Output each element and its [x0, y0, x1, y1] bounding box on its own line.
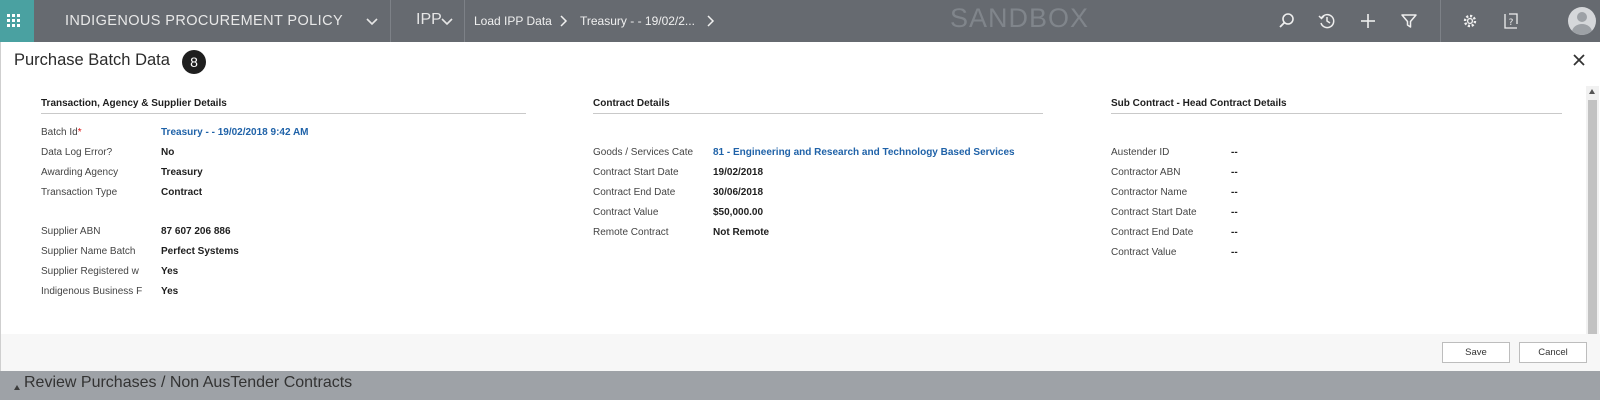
apps-grid-button[interactable]	[0, 0, 34, 42]
chevron-down-icon[interactable]	[362, 11, 382, 31]
field-value[interactable]: Contract	[161, 187, 202, 198]
field-value[interactable]: --	[1231, 247, 1238, 258]
section-title: Contract Details	[593, 98, 670, 109]
divider	[1111, 113, 1562, 114]
section-label: Review Purchases / Non AusTender Contrac…	[24, 374, 353, 391]
batch-id-link[interactable]: Treasury - - 19/02/2018 9:42 AM	[161, 127, 309, 138]
field-label: Remote Contract	[593, 227, 669, 238]
field-value[interactable]: Treasury	[161, 167, 203, 178]
field-label: Contractor ABN	[1111, 167, 1181, 178]
breadcrumb-current-record[interactable]: Treasury - - 19/02/2...	[580, 0, 695, 42]
field-value[interactable]: --	[1231, 167, 1238, 178]
background-section-header[interactable]: Review Purchases / Non AusTender Contrac…	[0, 371, 1600, 400]
section-title: Sub Contract - Head Contract Details	[1111, 98, 1287, 109]
field-value[interactable]: Perfect Systems	[161, 246, 239, 257]
field-label: Awarding Agency	[41, 167, 119, 178]
field-label: Austender ID	[1111, 147, 1170, 158]
divider	[464, 0, 465, 42]
breadcrumb-load-ipp-data[interactable]: Load IPP Data	[474, 0, 552, 42]
required-marker: *	[77, 127, 82, 138]
purchase-batch-dialog: Purchase Batch Data 8 Transaction, Agenc…	[0, 42, 1600, 378]
field-value[interactable]: 87 607 206 886	[161, 226, 231, 237]
gear-icon[interactable]	[1460, 11, 1480, 31]
field-value[interactable]: --	[1231, 187, 1238, 198]
field-label: Goods / Services Cate	[593, 147, 694, 158]
apps-grid-icon	[7, 14, 21, 28]
app-title[interactable]: INDIGENOUS PROCUREMENT POLICY	[65, 0, 343, 42]
goods-services-category-link[interactable]: 81 - Engineering and Research and Techno…	[713, 147, 1015, 158]
divider	[41, 113, 526, 114]
field-label: Contract End Date	[1111, 227, 1194, 238]
record-count-badge: 8	[182, 50, 206, 74]
field-label: Contract Value	[1111, 247, 1177, 258]
chevron-down-icon[interactable]	[437, 11, 457, 31]
divider	[390, 0, 391, 42]
field-value[interactable]: --	[1231, 207, 1238, 218]
dialog-footer: Save Cancel	[1, 334, 1600, 371]
collapse-triangle-icon[interactable]	[14, 385, 20, 390]
search-icon[interactable]	[1277, 11, 1297, 31]
chevron-right-icon	[560, 15, 568, 27]
field-value[interactable]: Yes	[161, 286, 178, 297]
top-navigation-bar: INDIGENOUS PROCUREMENT POLICY IPP Load I…	[0, 0, 1600, 42]
field-value[interactable]: Yes	[161, 266, 178, 277]
history-icon[interactable]	[1317, 11, 1337, 31]
filter-icon[interactable]	[1399, 11, 1419, 31]
plus-icon[interactable]	[1358, 11, 1378, 31]
field-label: Transaction Type	[41, 187, 118, 198]
field-value[interactable]: No	[161, 147, 174, 158]
svg-text:?: ?	[1509, 18, 1514, 28]
help-icon[interactable]: ?	[1501, 11, 1521, 31]
scroll-up-icon[interactable]	[1589, 89, 1595, 94]
field-value[interactable]: $50,000.00	[713, 207, 763, 218]
field-label: Contract Start Date	[593, 167, 679, 178]
field-label: Indigenous Business F	[41, 286, 143, 297]
field-label: Contract Start Date	[1111, 207, 1197, 218]
field-label: Data Log Error?	[41, 147, 113, 158]
field-label: Contractor Name	[1111, 187, 1188, 198]
field-label: Supplier ABN	[41, 226, 101, 237]
divider	[1440, 0, 1441, 42]
section-title: Transaction, Agency & Supplier Details	[41, 98, 227, 109]
field-label: Contract End Date	[593, 187, 676, 198]
dialog-form: Transaction, Agency & Supplier Details B…	[1, 86, 1587, 376]
chevron-right-icon[interactable]	[705, 15, 715, 27]
divider	[593, 113, 1043, 114]
scrollbar-thumb[interactable]	[1588, 100, 1597, 363]
field-label: Batch Id	[41, 127, 78, 138]
user-avatar[interactable]	[1568, 7, 1596, 35]
field-value[interactable]: Not Remote	[713, 227, 769, 238]
field-label: Contract Value	[593, 207, 659, 218]
field-value[interactable]: --	[1231, 147, 1238, 158]
field-value[interactable]: 19/02/2018	[713, 167, 763, 178]
dialog-title: Purchase Batch Data	[14, 51, 170, 69]
environment-watermark: SANDBOX	[950, 3, 1090, 33]
close-icon[interactable]	[1572, 53, 1586, 67]
field-value[interactable]: 30/06/2018	[713, 187, 763, 198]
field-label: Supplier Registered w	[41, 266, 139, 277]
field-value[interactable]: --	[1231, 227, 1238, 238]
cancel-button[interactable]: Cancel	[1519, 342, 1587, 363]
save-button[interactable]: Save	[1442, 342, 1510, 363]
field-label: Supplier Name Batch	[41, 246, 136, 257]
